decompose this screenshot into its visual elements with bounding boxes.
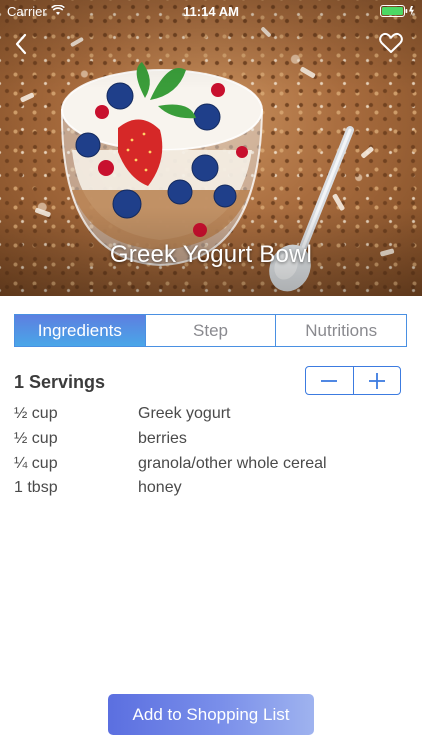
list-item: ½ cup berries: [14, 427, 409, 452]
ingredient-quantity: ¼ cup: [14, 454, 58, 472]
favorite-button[interactable]: [378, 31, 404, 55]
plus-icon: [368, 372, 385, 389]
ingredient-name: granola/other whole cereal: [138, 454, 327, 472]
recipe-tabs: Ingredients Step Nutritions: [14, 314, 407, 347]
status-bar: Carrier 11:14 AM: [0, 0, 422, 22]
list-item: ¼ cup granola/other whole cereal: [14, 451, 409, 476]
ingredient-name: Greek yogurt: [138, 405, 231, 423]
chevron-left-icon: [15, 33, 27, 55]
status-time: 11:14 AM: [183, 4, 239, 19]
hero-image: Greek Yogurt Bowl: [0, 0, 422, 296]
list-item: ½ cup Greek yogurt: [14, 402, 409, 427]
decrement-servings-button[interactable]: [306, 367, 353, 394]
minus-icon: [321, 379, 338, 382]
heart-outline-icon: [379, 32, 403, 53]
increment-servings-button[interactable]: [352, 367, 401, 394]
ingredient-name: berries: [138, 430, 187, 448]
back-button[interactable]: [10, 32, 34, 56]
ingredient-name: honey: [138, 479, 182, 497]
tab-nutritions[interactable]: Nutritions: [275, 315, 406, 346]
add-to-shopping-list-button[interactable]: Add to Shopping List: [108, 694, 314, 735]
tab-step[interactable]: Step: [144, 315, 276, 346]
tab-ingredients[interactable]: Ingredients: [15, 315, 145, 346]
servings-stepper: [305, 366, 401, 395]
list-item: 1 tbsp honey: [14, 476, 409, 501]
recipe-title: Greek Yogurt Bowl: [109, 241, 313, 268]
ingredient-quantity: 1 tbsp: [14, 479, 58, 497]
ingredient-quantity: ½ cup: [14, 405, 58, 423]
ingredient-list: ½ cup Greek yogurt ½ cup berries ¼ cup g…: [14, 402, 409, 501]
battery-icon: [380, 5, 414, 17]
ingredient-quantity: ½ cup: [14, 430, 58, 448]
servings-label: 1 Servings: [14, 372, 106, 392]
